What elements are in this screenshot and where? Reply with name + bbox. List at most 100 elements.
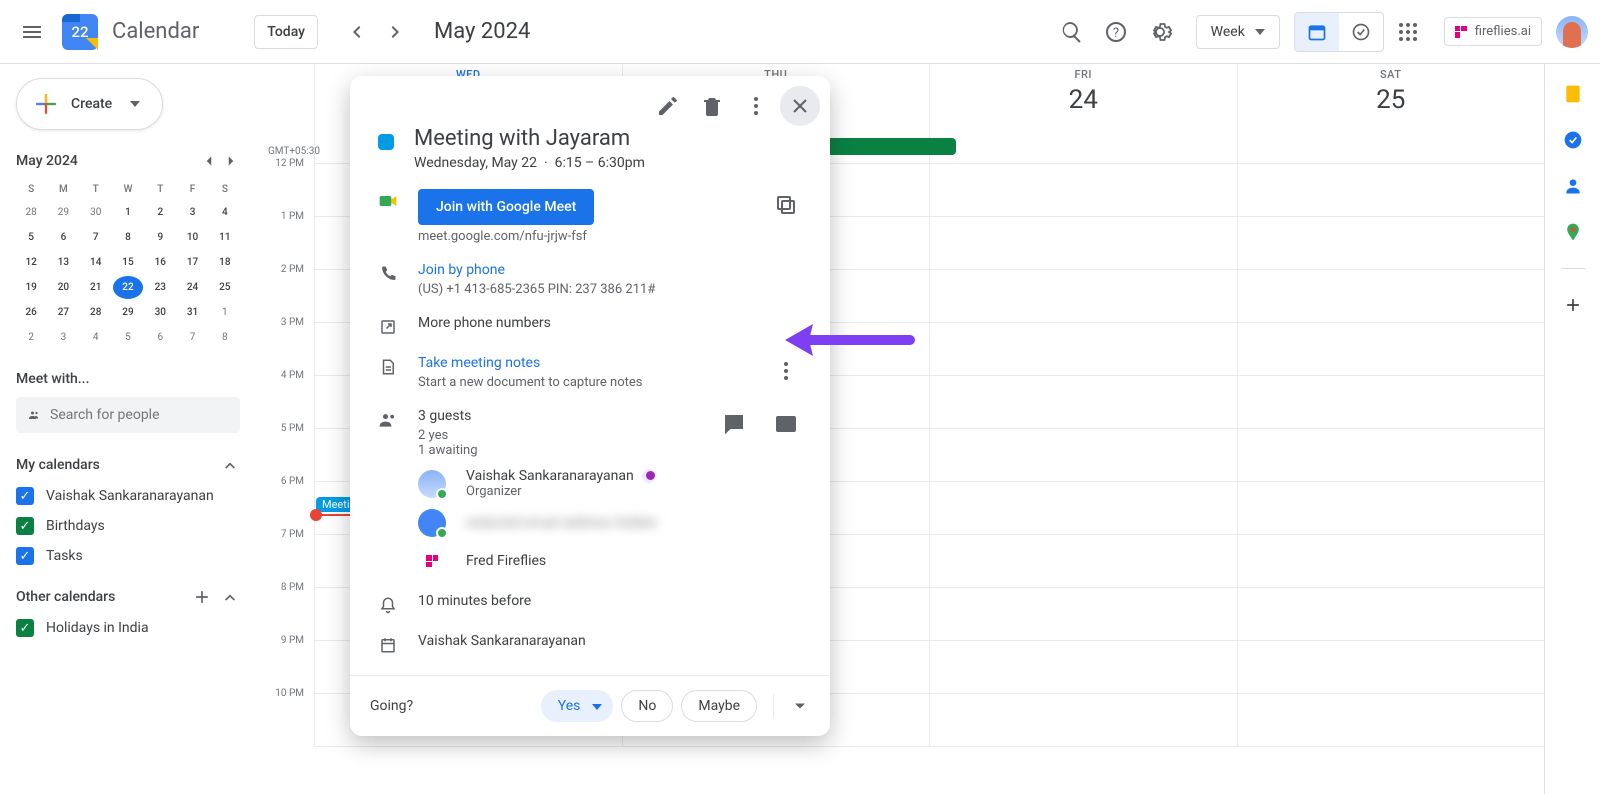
minical-day[interactable]: 8 <box>113 226 143 249</box>
minical-day[interactable]: 16 <box>145 251 175 274</box>
minical-day[interactable]: 13 <box>48 251 78 274</box>
minical-day[interactable]: 28 <box>16 201 46 224</box>
minical-day[interactable]: 1 <box>210 301 240 324</box>
create-button[interactable]: Create <box>16 78 163 130</box>
chevron-up-icon[interactable] <box>220 455 240 475</box>
minical-day[interactable]: 26 <box>16 301 46 324</box>
reminder: 10 minutes before <box>418 593 531 609</box>
addons-icon[interactable] <box>1563 295 1583 315</box>
minical-day[interactable]: 7 <box>177 326 207 349</box>
minical-day[interactable]: 29 <box>113 301 143 324</box>
google-apps-icon[interactable] <box>1388 12 1428 52</box>
minical-day[interactable]: 4 <box>210 201 240 224</box>
close-icon[interactable] <box>780 86 820 126</box>
minical-dow: T <box>145 180 175 199</box>
guest-name: Vaishak Sankaranarayanan <box>466 468 634 484</box>
view-select[interactable]: Week <box>1196 15 1280 49</box>
guest-role: Organizer <box>466 484 656 499</box>
minical-day[interactable]: 23 <box>145 276 175 299</box>
people-search[interactable] <box>16 397 240 433</box>
minical-day[interactable]: 22 <box>113 276 143 299</box>
minical-next[interactable] <box>222 152 240 170</box>
more-options-icon[interactable] <box>736 86 776 126</box>
calendar-checkbox[interactable]: ✓Tasks <box>16 547 240 565</box>
calendar-view-icon[interactable] <box>1295 13 1339 51</box>
email-guests-icon[interactable] <box>770 408 802 440</box>
keep-icon[interactable] <box>1563 84 1583 104</box>
minical-day[interactable]: 27 <box>48 301 78 324</box>
minical-day[interactable]: 18 <box>210 251 240 274</box>
guest-name-redacted: redacted email address hidden <box>466 515 802 531</box>
more-phones[interactable]: More phone numbers <box>418 315 551 331</box>
minical-day[interactable]: 7 <box>81 226 111 249</box>
minical-day[interactable]: 25 <box>210 276 240 299</box>
minical-day[interactable]: 14 <box>81 251 111 274</box>
rsvp-no[interactable]: No <box>621 690 673 722</box>
minical-day[interactable]: 9 <box>145 226 175 249</box>
minical-day[interactable]: 8 <box>210 326 240 349</box>
minical-day[interactable]: 21 <box>81 276 111 299</box>
minical-day[interactable]: 6 <box>48 226 78 249</box>
today-button[interactable]: Today <box>254 15 318 49</box>
add-calendar-icon[interactable] <box>192 587 212 607</box>
minical-day[interactable]: 15 <box>113 251 143 274</box>
minical-prev[interactable] <box>200 152 218 170</box>
tasks-icon[interactable] <box>1563 130 1583 150</box>
phone-icon <box>378 264 398 284</box>
minical-day[interactable]: 2 <box>145 201 175 224</box>
copy-meet-link-icon[interactable] <box>770 189 802 221</box>
minical-day[interactable]: 2 <box>16 326 46 349</box>
going-label: Going? <box>370 698 413 714</box>
minical-day[interactable]: 5 <box>16 226 46 249</box>
minical-day[interactable]: 24 <box>177 276 207 299</box>
minical-day[interactable]: 29 <box>48 201 78 224</box>
other-calendars-title[interactable]: Other calendars <box>16 589 192 605</box>
minical-day[interactable]: 12 <box>16 251 46 274</box>
take-notes-link[interactable]: Take meeting notes <box>418 355 750 371</box>
help-icon[interactable]: ? <box>1096 12 1136 52</box>
fireflies-extension-button[interactable]: fireflies.ai <box>1444 17 1542 46</box>
calendar-checkbox[interactable]: ✓Holidays in India <box>16 619 240 637</box>
minical-day[interactable]: 31 <box>177 301 207 324</box>
next-period-button[interactable] <box>376 12 416 52</box>
chat-guests-icon[interactable] <box>718 408 750 440</box>
maps-icon[interactable] <box>1563 222 1583 242</box>
join-phone-link[interactable]: Join by phone <box>418 262 655 278</box>
minical-day[interactable]: 28 <box>81 301 111 324</box>
minical-day[interactable]: 10 <box>177 226 207 249</box>
calendar-checkbox[interactable]: ✓Vaishak Sankaranarayanan <box>16 487 240 505</box>
minical-day[interactable]: 11 <box>210 226 240 249</box>
rsvp-yes-more[interactable] <box>581 690 613 722</box>
calendar-checkbox[interactable]: ✓Birthdays <box>16 517 240 535</box>
minical-day[interactable]: 3 <box>177 201 207 224</box>
prev-period-button[interactable] <box>336 12 376 52</box>
expand-icon[interactable] <box>790 696 810 716</box>
tasks-view-icon[interactable] <box>1339 13 1383 51</box>
minical-day[interactable]: 17 <box>177 251 207 274</box>
rsvp-maybe[interactable]: Maybe <box>681 690 757 722</box>
minical-day[interactable]: 30 <box>81 201 111 224</box>
calendar-tasks-toggle[interactable] <box>1294 12 1384 52</box>
delete-icon[interactable] <box>692 86 732 126</box>
main-menu-icon[interactable] <box>12 12 52 52</box>
minical-day[interactable]: 30 <box>145 301 175 324</box>
my-calendars-title[interactable]: My calendars <box>16 457 220 473</box>
join-meet-button[interactable]: Join with Google Meet <box>418 189 594 225</box>
minical-day[interactable]: 20 <box>48 276 78 299</box>
contacts-icon[interactable] <box>1563 176 1583 196</box>
minical-day[interactable]: 4 <box>81 326 111 349</box>
search-icon[interactable] <box>1052 12 1092 52</box>
minical-day[interactable]: 19 <box>16 276 46 299</box>
edit-icon[interactable] <box>648 86 688 126</box>
minical-day[interactable]: 6 <box>145 326 175 349</box>
minical-day[interactable]: 1 <box>113 201 143 224</box>
minical-day[interactable]: 3 <box>48 326 78 349</box>
settings-icon[interactable] <box>1140 12 1180 52</box>
minical-day[interactable]: 5 <box>113 326 143 349</box>
people-search-input[interactable] <box>50 407 228 423</box>
svg-text:?: ? <box>1113 26 1119 41</box>
account-avatar[interactable] <box>1556 16 1588 48</box>
guest-avatar <box>418 509 446 537</box>
chevron-up-icon[interactable] <box>220 587 240 607</box>
now-indicator-dot <box>310 509 322 521</box>
